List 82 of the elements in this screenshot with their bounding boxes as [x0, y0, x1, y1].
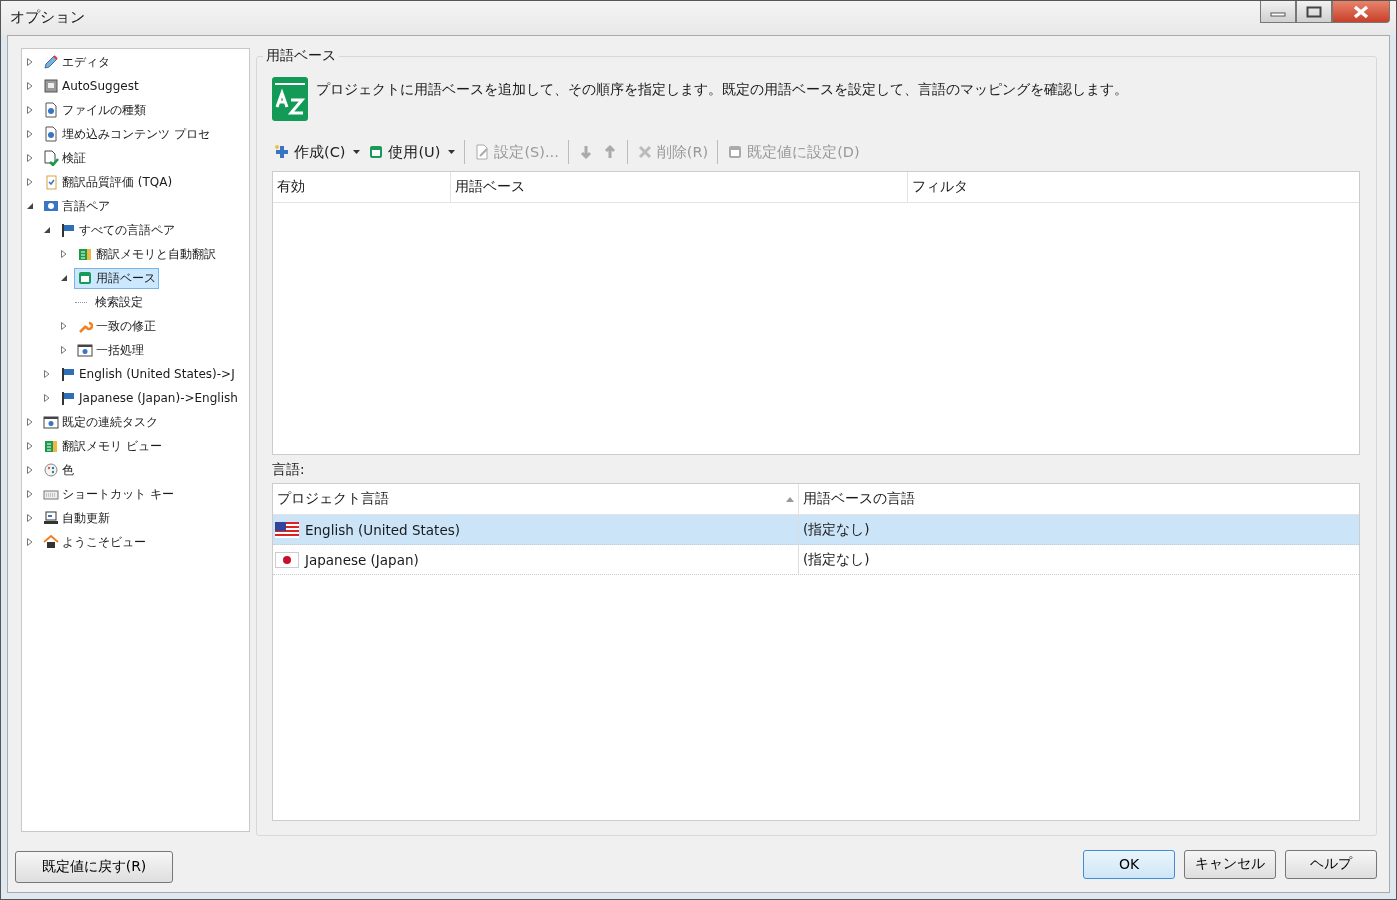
circle-flag-icon — [275, 551, 299, 568]
delete-icon — [636, 144, 653, 160]
use-button[interactable]: 使用(U) — [366, 142, 458, 162]
palette-icon — [43, 462, 59, 478]
computer-icon — [43, 510, 59, 526]
house-icon — [43, 534, 59, 550]
tree-item[interactable]: 一致の修正 — [74, 315, 159, 337]
expand-arrow-icon[interactable] — [26, 418, 35, 426]
collapse-arrow-icon[interactable] — [26, 202, 35, 210]
expand-arrow-icon[interactable] — [26, 82, 35, 90]
expand-arrow-icon[interactable] — [26, 490, 35, 498]
language-row[interactable]: English (United States) (指定なし) — [273, 515, 1359, 545]
tree-item[interactable]: AutoSuggest — [40, 76, 142, 96]
maximize-icon — [1306, 5, 1322, 18]
expand-arrow-icon[interactable] — [26, 130, 35, 138]
expand-arrow-icon[interactable] — [43, 394, 52, 402]
tree-item[interactable]: ようこそビュー — [40, 531, 149, 553]
pencil-icon — [43, 54, 59, 70]
tree-item[interactable]: ショートカット キー — [40, 483, 177, 505]
tree-item[interactable]: 検索設定 — [92, 291, 146, 313]
expand-arrow-icon[interactable] — [60, 250, 69, 258]
maximize-button[interactable] — [1296, 1, 1332, 23]
tree-item[interactable]: 言語ペア — [40, 195, 113, 217]
tree-item[interactable]: English (United States)->J — [57, 364, 238, 384]
window-title: オプション — [10, 8, 85, 27]
tree-item[interactable]: 翻訳メモリと自動翻訳 — [74, 243, 219, 265]
group-title: 用語ベース — [263, 47, 339, 65]
expand-arrow-icon[interactable] — [26, 514, 35, 522]
close-icon — [1353, 4, 1369, 19]
expand-arrow-icon[interactable] — [60, 322, 69, 330]
expand-arrow-icon[interactable] — [26, 58, 35, 66]
tree-item[interactable]: 検証 — [40, 147, 89, 169]
table-cell-text: (指定なし) — [802, 519, 871, 539]
tree-item[interactable]: エディタ — [40, 51, 113, 73]
column-header[interactable]: プロジェクト言語 — [273, 484, 799, 514]
expand-arrow-icon[interactable] — [26, 442, 35, 450]
termbase-icon — [272, 77, 308, 121]
column-header[interactable]: 有効 — [273, 172, 451, 202]
collapse-arrow-icon[interactable] — [43, 226, 52, 234]
table-cell: English (United States) — [305, 521, 460, 538]
expand-arrow-icon[interactable] — [60, 346, 69, 354]
minimize-button[interactable] — [1260, 1, 1296, 23]
close-button[interactable] — [1332, 1, 1390, 23]
flag-icon — [60, 390, 76, 406]
tree-item[interactable]: 色 — [40, 459, 77, 481]
expand-arrow-icon[interactable] — [26, 178, 35, 186]
expand-arrow-icon[interactable] — [43, 370, 52, 378]
doc-check-icon — [43, 150, 59, 166]
tree-item[interactable]: 一括処理 — [74, 339, 147, 361]
tree-item[interactable]: すべての言語ペア — [57, 219, 178, 241]
expand-arrow-icon[interactable] — [26, 538, 35, 546]
column-header[interactable]: 用語ベースの言語 — [799, 484, 1359, 514]
reset-defaults-button[interactable]: 既定値に戻す(R) — [15, 851, 173, 883]
cancel-button[interactable]: キャンセル — [1184, 849, 1276, 879]
tree-item[interactable]: 自動更新 — [40, 507, 113, 529]
create-icon — [274, 144, 290, 160]
column-header[interactable]: 用語ベース — [451, 172, 908, 202]
screen-icon — [43, 78, 59, 94]
expand-arrow-icon[interactable] — [26, 106, 35, 114]
striped-flag-icon — [275, 521, 299, 538]
tree-item[interactable]: 埋め込みコンテンツ プロセ — [40, 123, 213, 145]
tree-item[interactable]: 翻訳メモリ ビュー — [40, 435, 165, 457]
collapse-arrow-icon[interactable] — [60, 274, 69, 282]
expand-arrow-icon[interactable] — [26, 466, 35, 474]
table-cell: Japanese (Japan) — [305, 551, 419, 568]
tree-item[interactable]: Japanese (Japan)->English — [57, 388, 241, 408]
flag-icon — [60, 366, 76, 382]
ok-button[interactable]: OK — [1083, 849, 1175, 879]
tree-item[interactable]: 翻訳品質評価 (TQA) — [40, 171, 176, 193]
table-cell-text: (指定なし) — [802, 549, 871, 569]
tree-item[interactable]: ファイルの種類 — [40, 99, 149, 121]
tree-item[interactable]: 既定の連続タスク — [40, 411, 161, 433]
flag-icon — [60, 222, 76, 238]
description-text: プロジェクトに用語ベースを追加して、その順序を指定します。既定の用語ベースを設定して、言語のマッピングを確認します。 — [316, 81, 1128, 99]
clipboard-icon — [43, 174, 59, 190]
languages-label: 言語: — [272, 461, 306, 479]
column-header[interactable]: フィルタ — [908, 172, 1359, 202]
help-button[interactable]: ヘルプ — [1285, 849, 1377, 879]
tree-item[interactable]: 用語ベース — [74, 267, 159, 289]
language-row[interactable]: Japanese (Japan) (指定なし) — [273, 545, 1359, 575]
expand-arrow-icon[interactable] — [26, 154, 35, 162]
create-button[interactable]: 作成(C) — [272, 142, 363, 162]
